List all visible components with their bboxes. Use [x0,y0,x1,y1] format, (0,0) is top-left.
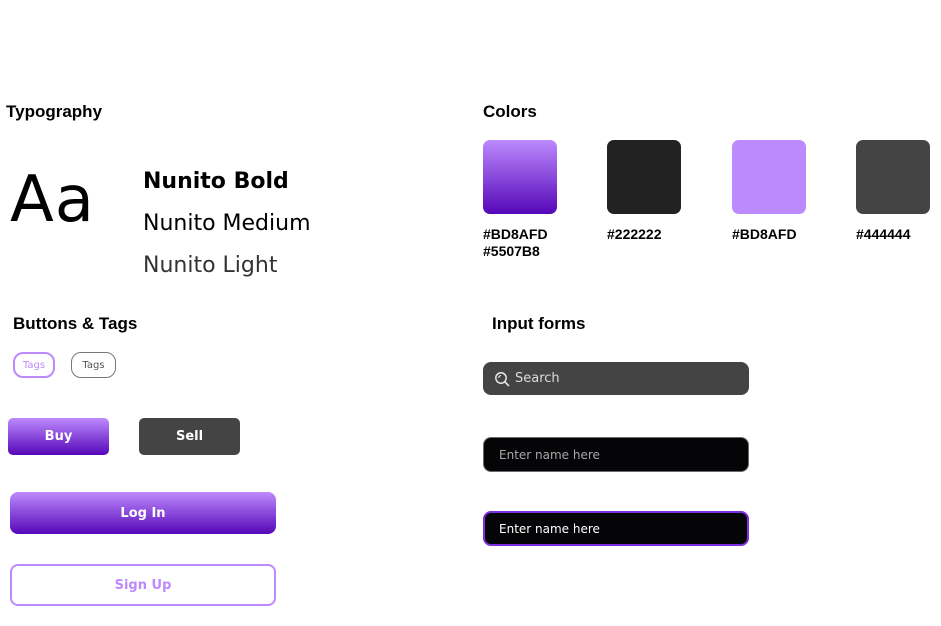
name-input-focused[interactable] [483,511,749,546]
buy-button[interactable]: Buy [8,418,109,455]
color-label-gradient-start: #BD8AFD [483,226,548,242]
buttons-tags-title: Buttons & Tags [13,314,138,333]
color-label-gray: #444444 [856,226,911,242]
color-swatch-gradient [483,140,557,214]
typography-sample-glyph: Aa [10,163,95,237]
color-swatch-dark [607,140,681,214]
colors-title: Colors [483,102,537,121]
name-input-default[interactable] [483,437,749,472]
tag-default[interactable]: Tags [71,352,116,378]
color-label-gradient: #BD8AFD #5507B8 [483,226,548,260]
search-input[interactable]: Search [483,362,749,395]
tag-active[interactable]: Tags [13,352,55,378]
signup-button[interactable]: Sign Up [10,564,276,606]
search-placeholder: Search [515,371,560,386]
color-swatch-gray [856,140,930,214]
color-label-gradient-end: #5507B8 [483,243,540,259]
font-sample-light: Nunito Light [143,253,278,278]
color-swatch-purple [732,140,806,214]
input-forms-title: Input forms [492,314,586,333]
sell-button[interactable]: Sell [139,418,240,455]
font-sample-bold: Nunito Bold [143,169,289,194]
search-icon [495,371,510,386]
typography-title: Typography [6,102,103,121]
color-label-purple: #BD8AFD [732,226,797,242]
font-sample-medium: Nunito Medium [143,211,311,236]
color-label-dark: #222222 [607,226,662,242]
login-button[interactable]: Log In [10,492,276,534]
